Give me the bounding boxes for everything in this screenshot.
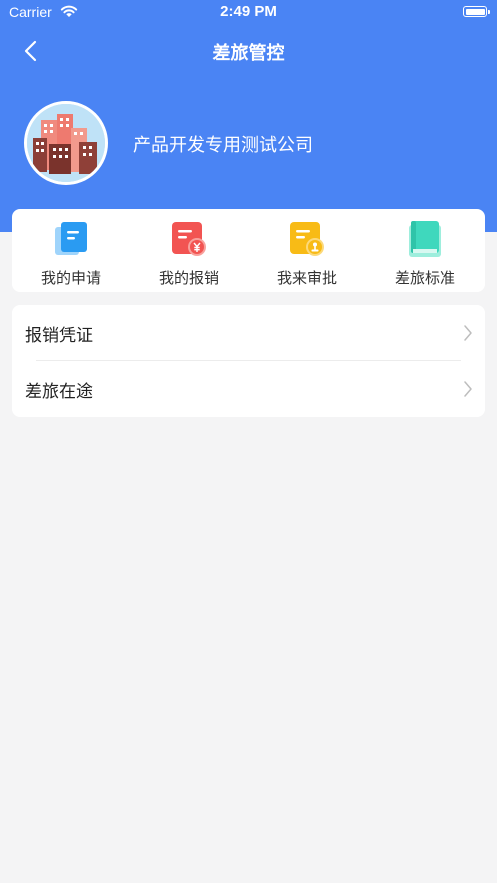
menu-card: 报销凭证 差旅在途	[12, 305, 485, 417]
quick-action-label: 我来审批	[276, 269, 337, 287]
battery-icon	[463, 6, 490, 17]
approval-stamp-icon	[290, 222, 324, 256]
menu-item-travel-in-progress[interactable]: 差旅在途	[12, 361, 485, 417]
quick-action-travel-standard[interactable]: 差旅标准	[366, 209, 484, 292]
quick-action-approve[interactable]: 我来审批	[248, 209, 366, 292]
status-time: 2:49 PM	[220, 3, 277, 20]
quick-actions-card: 我的申请 我的报销 我来审批 差旅标准	[12, 209, 485, 292]
menu-item-label: 报销凭证	[25, 326, 93, 346]
chevron-right-icon	[464, 381, 472, 397]
quick-action-label: 我的申请	[40, 269, 101, 287]
company-name: 产品开发专用测试公司	[133, 135, 313, 156]
company-avatar	[24, 101, 108, 185]
application-doc-icon	[55, 222, 87, 255]
quick-action-my-application[interactable]: 我的申请	[12, 209, 130, 292]
reimbursement-yen-icon	[172, 222, 206, 256]
book-icon	[409, 221, 441, 257]
quick-action-label: 差旅标准	[394, 269, 455, 287]
page-title: 差旅管控	[212, 43, 285, 64]
status-bar: Carrier 2:49 PM	[0, 0, 497, 26]
chevron-right-icon	[464, 325, 472, 341]
buildings-icon	[27, 104, 105, 182]
menu-item-reimbursement-voucher[interactable]: 报销凭证	[12, 305, 485, 361]
quick-action-my-reimbursement[interactable]: 我的报销	[130, 209, 248, 292]
quick-action-label: 我的报销	[158, 269, 219, 287]
menu-item-label: 差旅在途	[25, 382, 93, 402]
